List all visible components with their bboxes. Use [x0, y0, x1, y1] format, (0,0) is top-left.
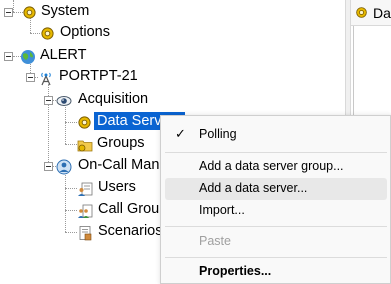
- gear-icon: [77, 115, 92, 130]
- tree-line: [30, 33, 40, 34]
- menu-item-label: Polling: [199, 127, 237, 141]
- tree-line: [65, 173, 66, 232]
- tree-node-label: Options: [60, 24, 110, 40]
- collapse-alert-toggle[interactable]: [4, 52, 13, 61]
- menu-item-label: Paste: [199, 234, 231, 248]
- user-group-icon: [77, 203, 93, 218]
- tree-line: [65, 144, 77, 145]
- tree-node-alert[interactable]: ALERT: [20, 46, 100, 66]
- user-circle-icon: [56, 159, 72, 175]
- tree-line: [13, 0, 14, 12]
- tree-node-groups[interactable]: Groups: [77, 134, 157, 154]
- menu-item-label: Add a data server group...: [199, 159, 344, 173]
- tree-node-acquisition[interactable]: Acquisition: [56, 90, 166, 110]
- menu-item-add-data-server[interactable]: Add a data server...: [165, 178, 387, 200]
- tree-node-on-call[interactable]: On-Call Man: [56, 156, 166, 176]
- menu-item-label: Import...: [199, 203, 245, 217]
- tree-node-label: ALERT: [40, 47, 87, 63]
- globe-icon: [20, 49, 35, 64]
- checkmark-icon: ✓: [175, 126, 186, 141]
- tree-line: [65, 107, 66, 144]
- menu-item-label: Properties...: [199, 264, 272, 278]
- menu-separator: [165, 257, 387, 258]
- menu-item-polling[interactable]: ✓ Polling: [165, 124, 387, 146]
- tree-line: [65, 122, 77, 123]
- menu-item-properties[interactable]: Properties...: [165, 261, 387, 283]
- menu-separator: [165, 152, 387, 153]
- gear-icon: [22, 5, 37, 20]
- tree-node-scenarios[interactable]: Scenarios: [77, 222, 167, 242]
- collapse-oncall-toggle[interactable]: [44, 162, 53, 171]
- tree-node-label: System: [41, 3, 90, 19]
- menu-item-paste[interactable]: Paste: [165, 231, 387, 253]
- tree-node-label: Groups: [97, 135, 145, 151]
- eye-icon: [56, 93, 72, 108]
- tree-node-system[interactable]: System: [22, 2, 102, 22]
- gear-icon: [355, 6, 368, 19]
- detail-header-title: Da: [373, 5, 391, 21]
- menu-separator: [165, 226, 387, 227]
- detail-header: Da: [351, 0, 391, 26]
- gear-icon: [40, 26, 55, 41]
- context-menu: ✓ Polling Add a data server group... Add…: [160, 115, 391, 284]
- collapse-acquisition-toggle[interactable]: [44, 96, 53, 105]
- collapse-portpt-toggle[interactable]: [26, 73, 35, 82]
- tree-node-label: On-Call Man: [78, 157, 160, 173]
- menu-item-label: Add a data server...: [199, 181, 308, 195]
- tree-node-options[interactable]: Options: [40, 23, 120, 43]
- tree-line: [65, 210, 77, 211]
- tree-node-label: Call Grou: [98, 201, 160, 217]
- collapse-system-toggle[interactable]: [4, 8, 13, 17]
- menu-item-import[interactable]: Import...: [165, 200, 387, 222]
- tree-node-portpt[interactable]: PORTPT-21: [38, 67, 148, 87]
- scenario-document-icon: [77, 225, 92, 241]
- tree-node-label: PORTPT-21: [59, 68, 138, 84]
- users-list-icon: [77, 181, 93, 196]
- tree-line: [65, 188, 77, 189]
- tree-node-users[interactable]: Users: [77, 178, 157, 198]
- antenna-icon: [38, 70, 53, 86]
- tree-node-label: Scenarios: [98, 223, 163, 239]
- tree-node-label: Acquisition: [78, 91, 149, 107]
- tree-line: [65, 232, 77, 233]
- menu-item-add-data-server-group[interactable]: Add a data server group...: [165, 156, 387, 178]
- folder-gear-icon: [77, 137, 93, 152]
- tree-node-label: Users: [98, 179, 136, 195]
- tree-node-call-groups[interactable]: Call Grou: [77, 200, 167, 220]
